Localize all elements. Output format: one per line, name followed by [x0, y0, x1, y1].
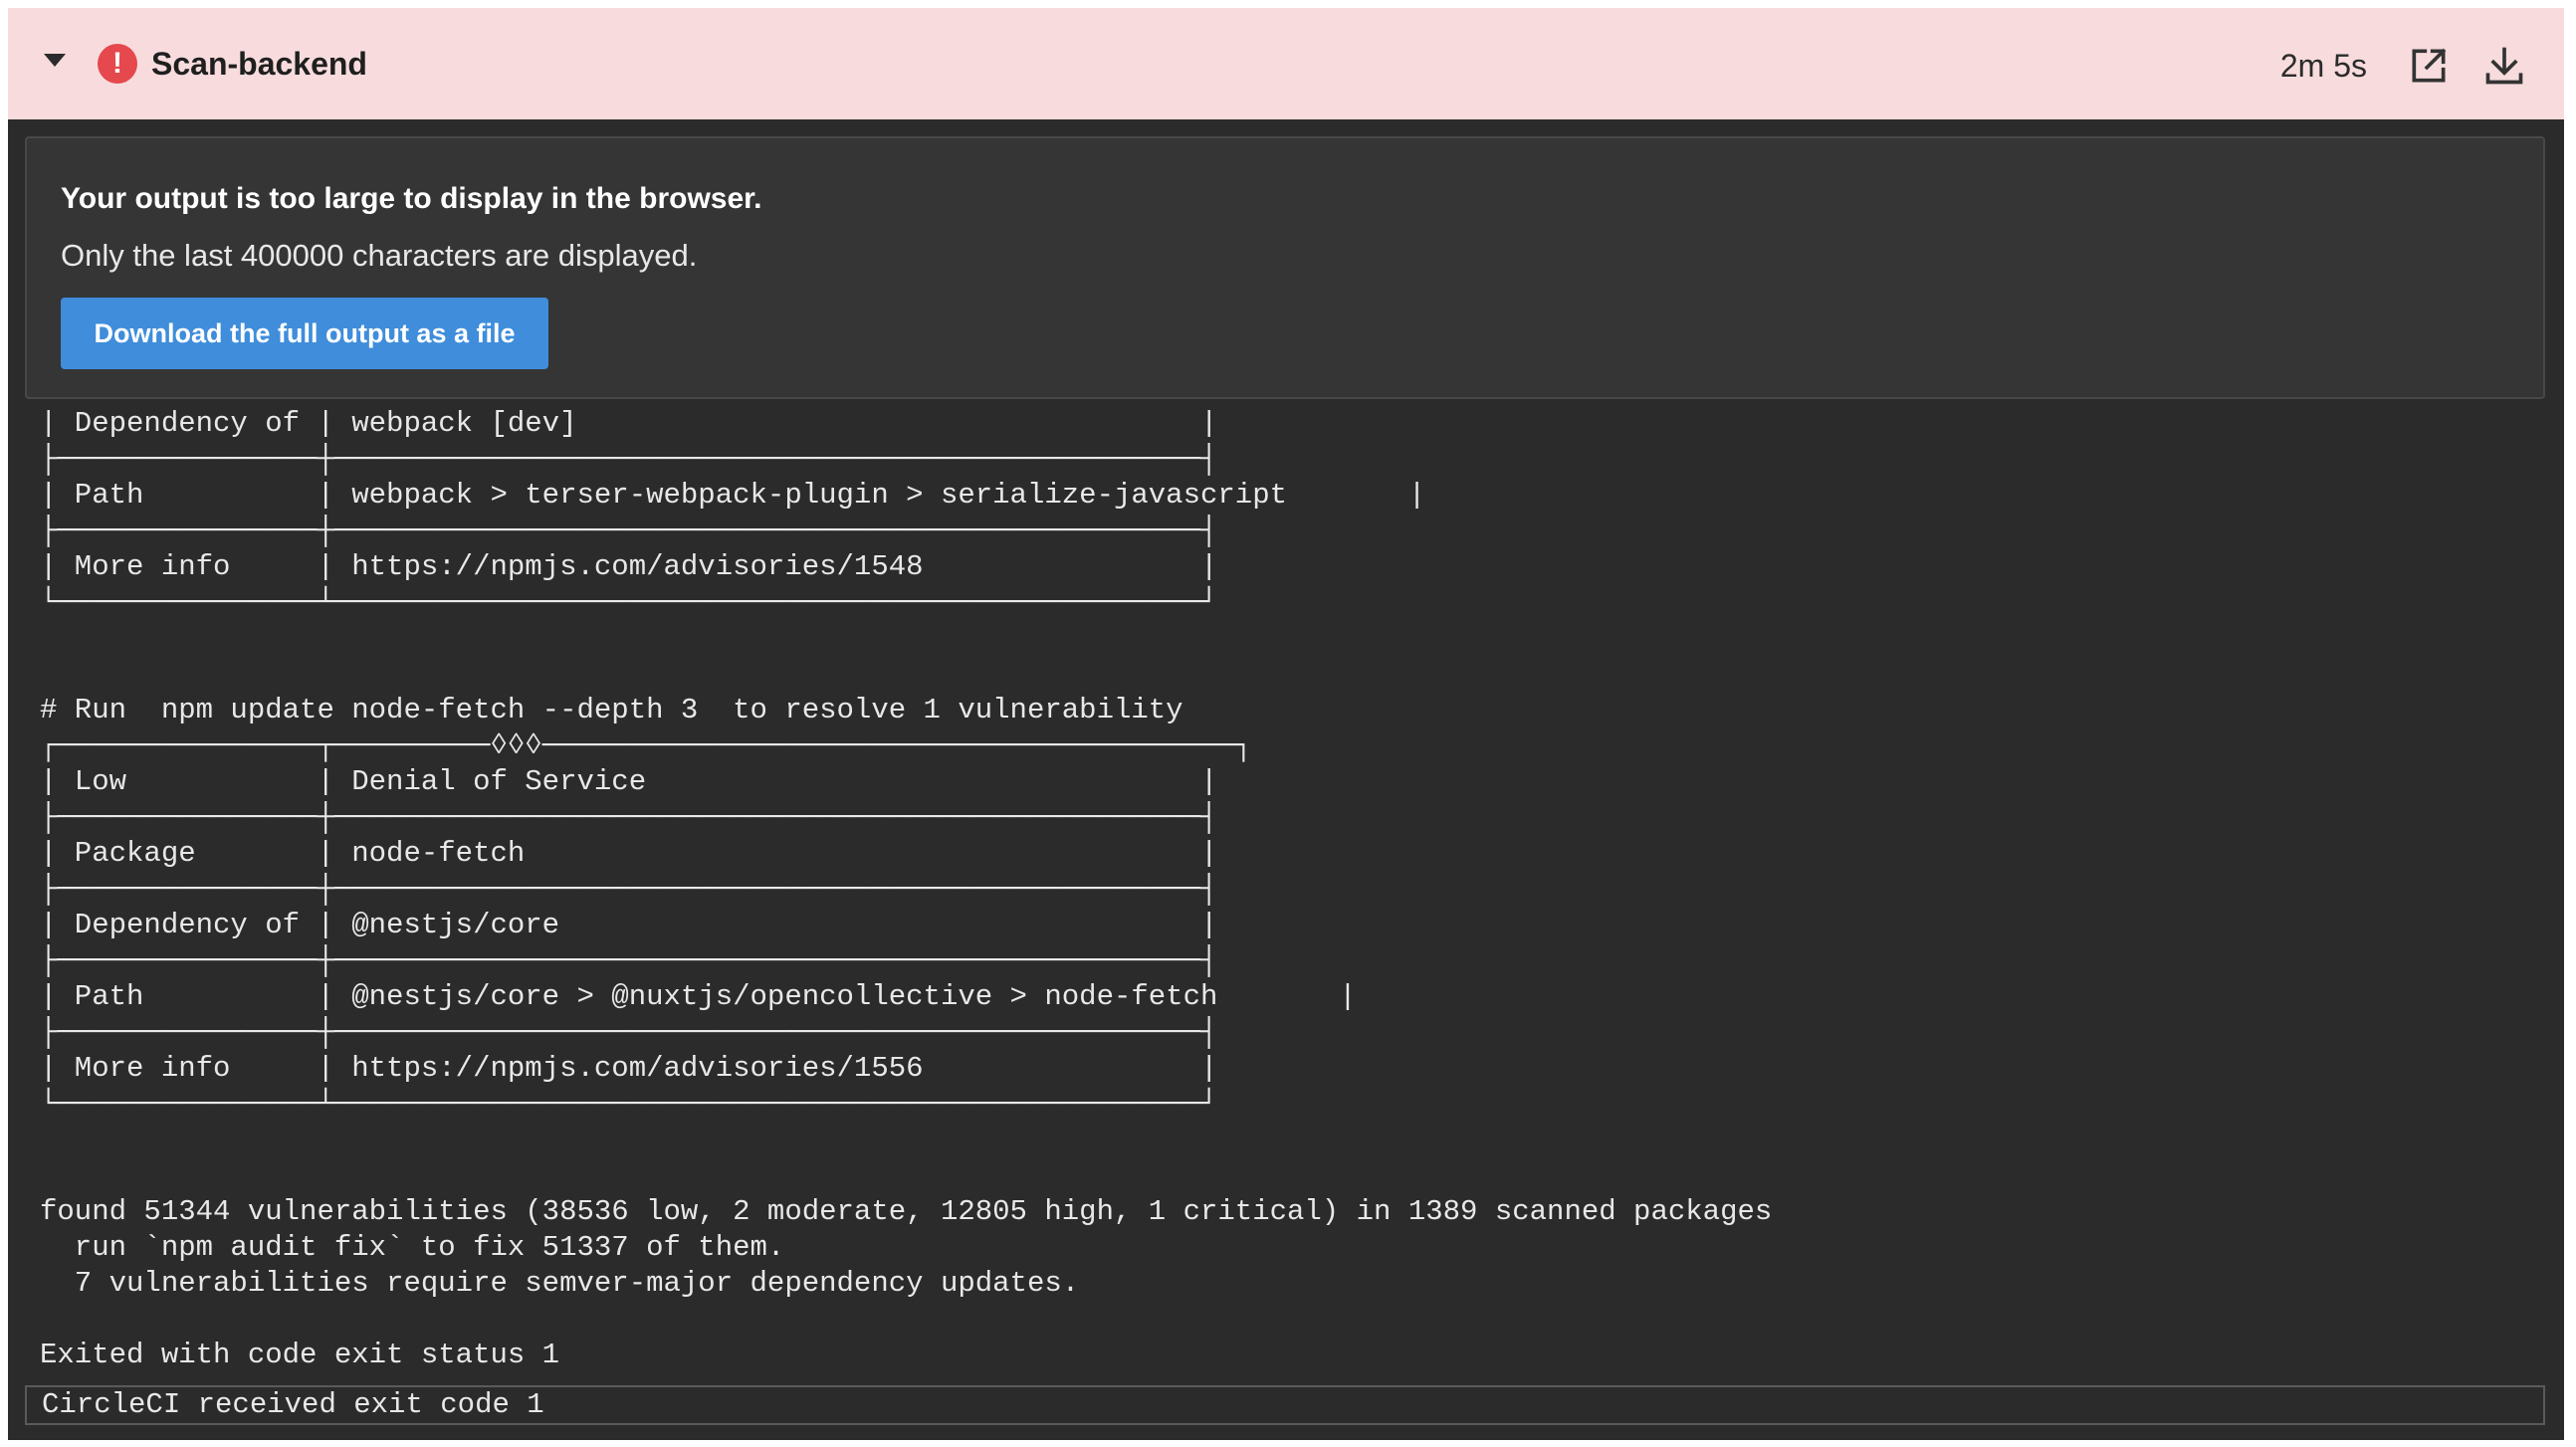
terminal-line: ├───────────────┼───────────────────────… [40, 873, 1218, 906]
download-icon[interactable] [2482, 44, 2526, 88]
output-too-large-notice: Your output is too large to display in t… [25, 136, 2545, 399]
terminal-line: 7 vulnerabilities require semver-major d… [40, 1267, 1080, 1300]
download-full-output-button[interactable]: Download the full output as a file [61, 298, 548, 369]
step-header[interactable]: ! Scan-backend 2m 5s [8, 8, 2564, 119]
terminal-line: found 51344 vulnerabilities (38536 low, … [40, 1195, 1773, 1228]
terminal-line: | More info | https://npmjs.com/advisori… [40, 1052, 1218, 1085]
terminal-line: run `npm audit fix` to fix 51337 of them… [40, 1231, 785, 1264]
step-title: Scan-backend [151, 46, 367, 82]
terminal-line: | More info | https://npmjs.com/advisori… [40, 550, 1218, 583]
open-in-new-tab-icon[interactable] [2407, 44, 2451, 88]
terminal-line: | Dependency of | webpack [dev] | [40, 407, 1218, 440]
terminal-line: ├───────────────┼───────────────────────… [40, 944, 1218, 977]
terminal-line: | Package | node-fetch | [40, 837, 1218, 870]
terminal-line: Exited with code exit status 1 [40, 1339, 560, 1371]
terminal-line: | Path | webpack > terser-webpack-plugin… [40, 479, 1426, 512]
terminal-line: | Low | Denial of Service | [40, 765, 1218, 798]
terminal-line: └───────────────┴───────────────────────… [40, 586, 1218, 619]
step-duration: 2m 5s [2279, 48, 2367, 84]
terminal-line: ├───────────────┼───────────────────────… [40, 515, 1218, 547]
terminal-line: ┌───────────────┬─────────◊◊◊───────────… [40, 729, 1253, 762]
notice-text: Only the last 400000 characters are disp… [61, 238, 698, 273]
terminal-line: └───────────────┴───────────────────────… [40, 1088, 1218, 1121]
terminal-line: ├───────────────┼───────────────────────… [40, 443, 1218, 476]
terminal-line: | Path | @nestjs/core > @nuxtjs/opencoll… [40, 980, 1357, 1013]
terminal-line: ├───────────────┼───────────────────────… [40, 801, 1218, 834]
terminal-line: ├───────────────┼───────────────────────… [40, 1016, 1218, 1049]
terminal-line: # Run npm update node-fetch --depth 3 to… [40, 694, 1183, 726]
notice-title: Your output is too large to display in t… [61, 182, 762, 215]
terminal-output: | Dependency of | webpack [dev] | ├──────… [40, 406, 2528, 1381]
chevron-down-icon[interactable] [44, 54, 66, 67]
step-panel: ! Scan-backend 2m 5s Your output is too … [8, 8, 2564, 1440]
error-icon: ! [98, 44, 137, 84]
exit-code-line: CircleCI received exit code 1 [25, 1385, 2545, 1425]
terminal-line: | Dependency of | @nestjs/core | [40, 909, 1218, 941]
